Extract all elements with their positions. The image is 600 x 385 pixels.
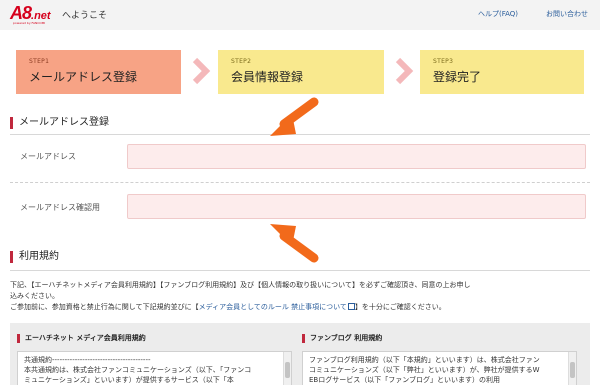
scrollbar-thumb[interactable]	[570, 362, 575, 378]
logo-subtext: powered by FANCOMI	[13, 21, 46, 25]
terms-intro-line: 下記、【エーハチネットメディア会員利用規約】【ファンブログ利用規約】及び【個人情…	[10, 281, 471, 289]
terms-section-heading: 利用規約	[10, 251, 59, 263]
scrollbar[interactable]	[568, 352, 576, 385]
email-label: メールアドレス	[20, 152, 76, 161]
scrollbar-thumb[interactable]	[285, 362, 290, 378]
chevron-right-icon	[192, 57, 211, 85]
step-title: メールアドレス登録	[29, 70, 138, 84]
email-input[interactable]	[127, 144, 586, 169]
arrow-pointer-icon	[270, 224, 319, 263]
step-title: 会員情報登録	[231, 70, 304, 84]
step-1-email-registration: STEP1 メールアドレス登録	[16, 50, 181, 94]
help-faq-link[interactable]: ヘルプ(FAQ)	[478, 9, 518, 19]
step-number: STEP1	[29, 58, 50, 65]
step-number: STEP3	[433, 58, 454, 65]
panel-title: エーハチネット メディア会員利用規約	[17, 334, 292, 343]
arrow-pointer-icon	[270, 97, 319, 136]
welcome-text: へようこそ	[62, 11, 108, 21]
chevron-right-icon	[395, 57, 414, 85]
terms-intro-line: 込みください。	[10, 292, 59, 300]
fanblog-terms-panel: ファンブログ 利用規約 ファンブログ利用規約（以下「本規約」といいます）は、株式…	[302, 334, 577, 385]
email-confirm-input[interactable]	[127, 194, 586, 219]
media-terms-scrollbox[interactable]: 共通規約------------------------------------…	[17, 351, 292, 385]
media-terms-panel: エーハチネット メディア会員利用規約 共通規約-----------------…	[17, 334, 292, 385]
email-section-heading: メールアドレス登録	[10, 117, 109, 129]
contact-link[interactable]: お問い合わせ	[546, 9, 588, 19]
step-2-member-info: STEP2 会員情報登録	[218, 50, 384, 94]
step-3-complete: STEP3 登録完了	[420, 50, 584, 94]
step-number: STEP2	[231, 58, 252, 65]
step-title: 登録完了	[433, 70, 482, 84]
external-link-icon	[347, 303, 355, 310]
rules-prohibited-link[interactable]: メディア会員としてのルール 禁止事項について	[199, 303, 347, 311]
email-confirm-label: メールアドレス確認用	[20, 203, 100, 212]
fanblog-terms-scrollbox[interactable]: ファンブログ利用規約（以下「本規約」といいます）は、株式会社ファン コミュニケー…	[302, 351, 577, 385]
dashed-divider	[10, 182, 590, 183]
scrollbar[interactable]	[283, 352, 291, 385]
header-bar: A8.net powered by FANCOMI へようこそ ヘルプ(FAQ)…	[0, 0, 600, 30]
divider	[10, 270, 590, 271]
panel-title: ファンブログ 利用規約	[302, 334, 577, 343]
terms-notice-line: ご参加前に、参加資格と禁止行為に関して下記規約並びに【メディア会員としてのルール…	[10, 303, 446, 311]
